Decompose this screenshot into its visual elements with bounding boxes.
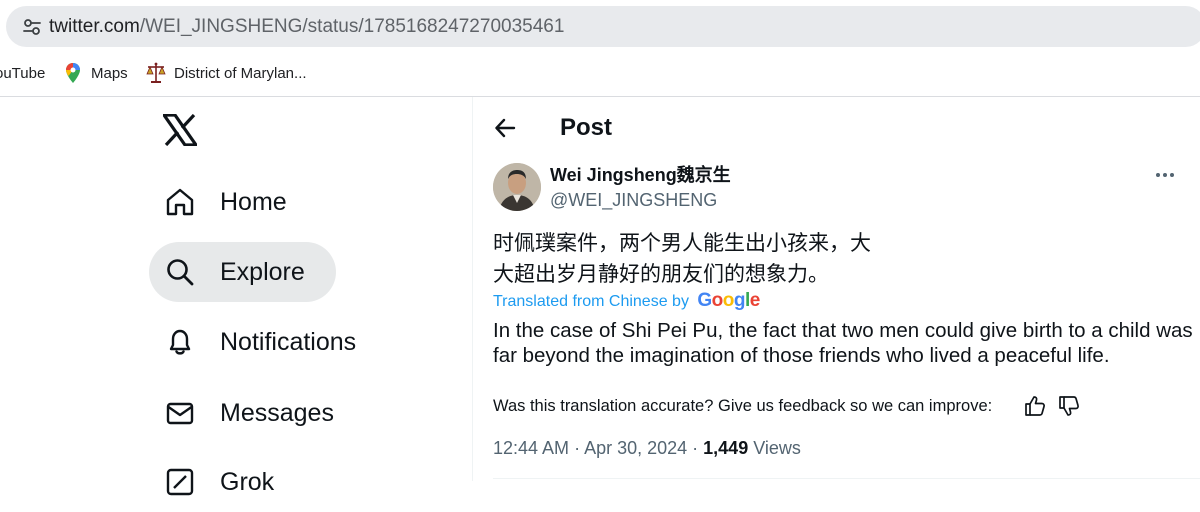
- post-translation: In the case of Shi Pei Pu, the fact that…: [493, 319, 1193, 367]
- sidebar-item-label: Messages: [220, 399, 334, 427]
- sidebar-item-explore[interactable]: Explore: [149, 242, 336, 302]
- post-text: 时佩璞案件，两个男人能生出小孩来，大大超出岁月静好的朋友们的想象力。: [493, 232, 871, 286]
- sidebar-item-home[interactable]: Home: [149, 172, 324, 232]
- views-count: 1,449: [703, 438, 749, 458]
- sidebar-item-messages[interactable]: Messages: [149, 383, 349, 443]
- url-host: twitter.com: [49, 16, 140, 37]
- translation-feedback-prompt: Was this translation accurate? Give us f…: [493, 397, 993, 415]
- section-divider: [493, 478, 1200, 479]
- sidebar-item-notifications[interactable]: Notifications: [149, 312, 389, 372]
- post-date[interactable]: Apr 30, 2024: [584, 438, 687, 458]
- envelope-icon: [166, 402, 194, 425]
- url-path: /WEI_JINGSHENG/status/178516824727003546…: [139, 16, 565, 37]
- page-title: Post: [560, 114, 613, 141]
- x-logo-icon[interactable]: [163, 114, 197, 146]
- google-logo-text: Google: [697, 290, 760, 311]
- sidebar-item-label: Explore: [220, 258, 305, 286]
- bookmarks-bar: ouTube Maps District of Marylan...: [0, 52, 1200, 97]
- post-metadata: 12:44 AM · Apr 30, 2024 · 1,449 Views: [493, 437, 801, 459]
- thumbs-down-icon[interactable]: [1058, 395, 1080, 417]
- bookmark-district-of-maryland[interactable]: District of Marylan...: [174, 65, 307, 83]
- scales-of-justice-icon: [146, 62, 166, 83]
- author-display-name[interactable]: Wei Jingsheng魏京生: [550, 164, 731, 186]
- meta-separator: ·: [687, 438, 704, 458]
- search-icon: [167, 259, 194, 286]
- translated-from-link[interactable]: Translated from Chinese by Google: [493, 290, 760, 313]
- sidebar-item-grok[interactable]: Grok: [149, 452, 309, 512]
- site-settings-icon[interactable]: [22, 17, 42, 37]
- sidebar-item-label: Home: [220, 188, 287, 216]
- avatar[interactable]: [493, 163, 541, 211]
- sidebar-item-label: Notifications: [220, 328, 357, 356]
- grok-icon: [166, 468, 194, 496]
- maps-pin-icon: [66, 63, 80, 83]
- bell-icon: [169, 329, 191, 355]
- views-label: Views: [753, 438, 801, 458]
- meta-separator: ·: [569, 438, 585, 458]
- thumbs-up-icon[interactable]: [1024, 395, 1046, 417]
- bookmark-maps[interactable]: Maps: [91, 65, 128, 83]
- bookmark-youtube[interactable]: ouTube: [0, 65, 45, 83]
- avatar-portrait-icon: [493, 163, 541, 211]
- post-time[interactable]: 12:44 AM: [493, 438, 569, 458]
- url-text[interactable]: twitter.com/WEI_JINGSHENG/status/1785168…: [49, 16, 564, 38]
- more-options-icon[interactable]: [1154, 168, 1176, 182]
- address-bar[interactable]: twitter.com/WEI_JINGSHENG/status/1785168…: [6, 6, 1200, 47]
- sidebar-item-label: Grok: [220, 468, 275, 496]
- home-icon: [166, 188, 194, 216]
- author-handle[interactable]: @WEI_JINGSHENG: [550, 189, 717, 211]
- back-arrow-icon[interactable]: [494, 117, 516, 139]
- column-divider: [472, 97, 473, 481]
- translated-label: Translated from Chinese by: [493, 293, 689, 310]
